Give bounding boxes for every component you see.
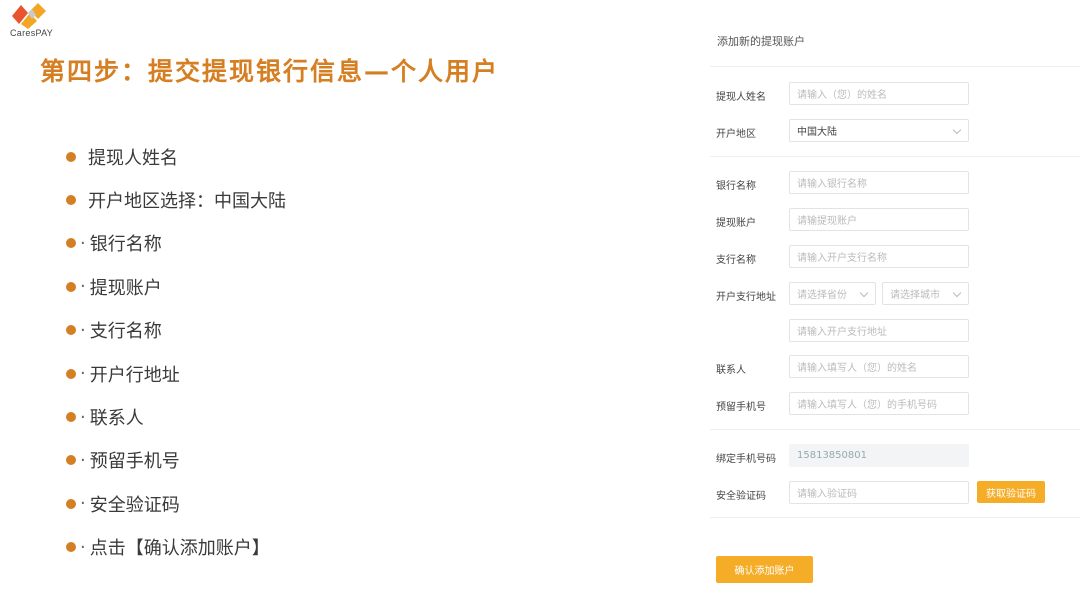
bullet-dot-icon [66,368,76,379]
chevron-down-icon [952,288,962,298]
contact-label: 联系人 [716,365,746,376]
bullet-separator: · [80,406,86,428]
chevron-down-icon [952,125,962,135]
bullet-item: · 开户行地址 [66,352,286,395]
carespay-logo: CaresPAY [8,2,88,42]
divider [710,66,1080,67]
add-account-panel: 添加新的提现账户 提现人姓名 请输入（您）的姓名 开户地区 中国大陆 银行名称 … [700,0,1080,607]
bullet-dot-icon [66,325,76,336]
branch-address-label: 开户支行地址 [716,292,776,303]
branch-input[interactable]: 请输入开户支行名称 [789,245,969,268]
divider [710,429,1080,430]
bound-phone-field: 15813850801 [789,444,969,467]
region-label: 开户地区 [716,129,756,140]
bullet-separator: · [80,232,86,254]
bullet-dot-icon [66,151,76,162]
city-select-placeholder: 请选择城市 [890,290,940,301]
region-select[interactable]: 中国大陆 [789,119,969,142]
bullet-separator: · [80,276,86,298]
code-label: 安全验证码 [716,491,766,502]
bullet-text: 支行名称 [89,321,162,343]
bullet-text: 联系人 [89,408,144,430]
city-select[interactable]: 请选择城市 [882,282,969,305]
get-code-button[interactable]: 获取验证码 [977,481,1045,503]
bullet-text: 提现账户 [89,277,162,299]
divider [710,156,1080,157]
bullet-dot-icon [66,281,76,292]
bullet-separator: · [80,449,86,471]
bullet-item: · 点击【确认添加账户】 [66,526,286,569]
bank-name-label: 银行名称 [716,181,756,192]
phone-label: 预留手机号 [716,402,766,413]
bullet-text: 预留手机号 [89,451,180,473]
divider [710,517,1080,518]
bank-name-input[interactable]: 请输入银行名称 [789,171,969,194]
phone-input[interactable]: 请输入填写人（您）的手机号码 [789,392,969,415]
name-input[interactable]: 请输入（您）的姓名 [789,82,969,105]
region-select-value: 中国大陆 [797,127,837,138]
chevron-down-icon [859,288,869,298]
bullet-item: · 提现账户 [66,265,286,308]
bullet-separator: · [80,363,86,385]
contact-input[interactable]: 请输入填写人（您）的姓名 [789,355,969,378]
bullet-item: 提现人姓名 [66,135,286,178]
bullet-item: · 支行名称 [66,309,286,352]
account-label: 提现账户 [716,218,756,229]
bullet-dot-icon [66,412,76,423]
account-input[interactable]: 请输提现账户 [789,208,969,231]
bullet-separator: · [80,319,86,341]
bullet-dot-icon [66,542,76,553]
form-title: 添加新的提现账户 [717,35,805,48]
code-input[interactable]: 请输入验证码 [789,481,969,504]
logo-text: CaresPAY [10,28,54,38]
bullet-item: · 预留手机号 [66,439,286,482]
branch-address-input[interactable]: 请输入开户支行地址 [789,319,969,342]
bound-phone-label: 绑定手机号码 [716,454,776,465]
bullet-separator: · [80,536,86,558]
bullet-separator: · [80,493,86,515]
bullet-item: · 安全验证码 [66,482,286,525]
bullet-text: 开户地区选择：中国大陆 [88,191,286,213]
confirm-add-account-button[interactable]: 确认添加账户 [716,556,813,583]
name-label: 提现人姓名 [716,92,766,103]
bullet-item: 开户地区选择：中国大陆 [66,178,286,221]
bullet-text: 开户行地址 [89,364,180,386]
bullet-item: · 联系人 [66,395,286,438]
step-bullet-list: 提现人姓名 开户地区选择：中国大陆 · 银行名称 · 提现账户 · 支行名称 · 开户行地址 · 联系… [66,135,286,569]
province-select[interactable]: 请选择省份 [789,282,876,305]
bullet-text: 安全验证码 [89,494,180,516]
branch-label: 支行名称 [716,255,756,266]
bullet-dot-icon [66,238,76,249]
bullet-dot-icon [66,498,76,509]
province-select-placeholder: 请选择省份 [797,290,847,301]
bullet-dot-icon [66,195,76,206]
bullet-text: 银行名称 [89,234,162,256]
bullet-text: 提现人姓名 [88,147,178,169]
slide-title: 第四步：提交提现银行信息—个人用户 [40,57,500,86]
bullet-text: 点击【确认添加账户】 [89,538,270,560]
bullet-dot-icon [66,455,76,466]
bullet-item: · 银行名称 [66,222,286,265]
logo-mark-icon [12,3,46,29]
